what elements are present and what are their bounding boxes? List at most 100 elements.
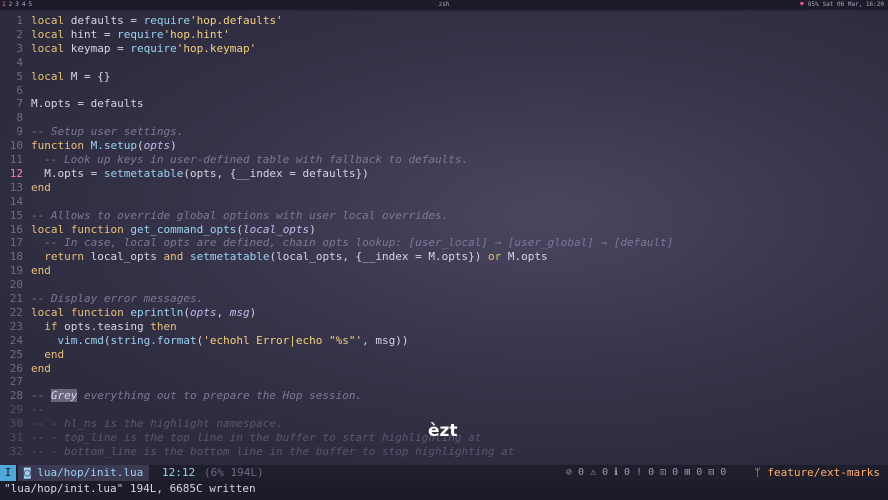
cursor-position: 12:12	[162, 466, 196, 479]
line-code: end	[44, 347, 65, 361]
line-code: -- - hl_ns is the highlight namespace.	[31, 417, 283, 431]
line-number: 32	[9, 444, 23, 458]
code-line[interactable]: 17 -- In case, local opts are defined, c…	[0, 236, 674, 250]
line-number: 16	[9, 222, 23, 236]
line-number: 10	[9, 139, 23, 153]
code-editor[interactable]: 1 local defaults = require'hop.defaults' 2…	[0, 12, 888, 464]
line-code: return local_opts and setmetatable(local…	[44, 250, 548, 264]
branch-name: feature/ext-marks	[767, 466, 880, 479]
line-code: local function eprintln(opts, msg)	[31, 305, 257, 319]
line-code: local function get_command_opts(local_op…	[31, 222, 316, 236]
code-line[interactable]: 7 M.opts = defaults	[0, 97, 143, 111]
line-code: function M.setup(opts)	[31, 139, 177, 153]
line-number: 1	[16, 14, 23, 27]
code-line[interactable]: 28 -- Grey everything out to prepare the …	[0, 389, 362, 403]
line-code: local defaults = require'hop.defaults'	[31, 14, 283, 27]
diagnostics-summary: ⊘ 0 ⚠ 0 ℹ 0 ! 0 ⊡ 0 ⊞ 0 ⊟ 0	[566, 467, 727, 478]
code-line[interactable]: 27	[0, 375, 31, 389]
code-line[interactable]: 11 -- Look up keys in user-defined table…	[0, 153, 468, 167]
git-branch: ᛘ feature/ext-marks	[754, 465, 880, 481]
code-line[interactable]: 25 end	[0, 348, 64, 362]
code-line[interactable]: 12 M.opts = setmetatable(opts, {__index …	[0, 167, 369, 181]
code-line[interactable]: 21 -- Display error messages.	[0, 292, 203, 306]
system-status: ♥ 85% Sat 06 Mar, 16:20	[800, 0, 884, 10]
line-number: 19	[9, 264, 23, 278]
code-line[interactable]: 31 -- - top_line is the top line in the b…	[0, 431, 482, 445]
code-line[interactable]: 29 --	[0, 403, 45, 417]
line-code: --	[31, 403, 45, 417]
line-code: -- Allows to override global options wit…	[31, 208, 449, 222]
line-number: 13	[9, 180, 23, 194]
code-line[interactable]: 6	[0, 84, 31, 98]
line-number: 20	[9, 278, 23, 292]
branch-icon: ᛘ	[754, 466, 768, 479]
code-line[interactable]: 3 local keymap = require'hop.keymap'	[0, 42, 256, 56]
line-code: end	[31, 180, 51, 194]
line-code: -- In case, local opts are defined, chai…	[44, 236, 674, 250]
code-line[interactable]: 20	[0, 278, 31, 292]
line-number: 14	[9, 194, 23, 208]
code-line[interactable]: 22 local function eprintln(opts, msg)	[0, 306, 256, 320]
line-code: local keymap = require'hop.keymap'	[31, 41, 257, 55]
line-code: vim.cmd(string.format('echohl Error|echo…	[57, 333, 409, 347]
code-line[interactable]: 32 -- - bottom_line is the bottom line in…	[0, 444, 515, 459]
code-line[interactable]: 16 local function get_command_opts(local_…	[0, 223, 316, 237]
battery-status: 85%	[807, 1, 819, 8]
line-number: 31	[9, 431, 23, 444]
code-line[interactable]: 8	[0, 111, 31, 125]
code-line[interactable]: 13 end	[0, 181, 51, 195]
code-line[interactable]: 30 -- - hl_ns is the highlight namespace.	[0, 417, 283, 431]
statusline: I ◙ lua/hop/init.lua 12:12 (6% 194L) ⊘ 0…	[0, 465, 888, 481]
code-line[interactable]: 14	[0, 195, 31, 209]
line-number: 4	[16, 55, 23, 69]
line-number: 15	[9, 208, 23, 222]
line-number: 8	[16, 111, 23, 125]
line-number: 23	[9, 319, 23, 333]
line-number: 3	[16, 41, 23, 55]
code-line[interactable]: 5 local M = {}	[0, 70, 110, 84]
file-icon: ◙	[24, 466, 38, 479]
line-number: 22	[9, 305, 23, 319]
filename: lua/hop/init.lua	[37, 466, 144, 479]
line-number: 6	[16, 83, 23, 97]
line-code: end	[31, 264, 51, 278]
line-number: 18	[9, 250, 23, 264]
clock: Sat 06 Mar, 16:20	[822, 1, 884, 8]
line-number: 9	[16, 125, 23, 139]
code-line[interactable]: 10 function M.setup(opts)	[0, 139, 177, 153]
code-line[interactable]: 9 -- Setup user settings.	[0, 125, 183, 139]
line-number: 21	[9, 292, 23, 305]
line-code: -- Grey everything out to prepare the Ho…	[31, 389, 363, 403]
file-percent: (6% 194L)	[204, 466, 264, 479]
line-number: 29	[9, 403, 23, 417]
line-number: 17	[9, 236, 23, 250]
code-line[interactable]: 15 -- Allows to override global options w…	[0, 209, 448, 223]
code-line[interactable]: 1 local defaults = require'hop.defaults'	[0, 14, 283, 28]
code-line[interactable]: 24 vim.cmd(string.format('echohl Error|e…	[0, 334, 409, 348]
code-line[interactable]: 19 end	[0, 264, 51, 278]
line-code: -- Setup user settings.	[31, 125, 184, 139]
code-line[interactable]: 18 return local_opts and setmetatable(lo…	[0, 250, 548, 264]
line-code: -- - top_line is the top line in the buf…	[31, 431, 482, 444]
code-line[interactable]: 4	[0, 56, 31, 70]
line-code: local M = {}	[31, 69, 111, 83]
code-line[interactable]: 26 end	[0, 362, 51, 376]
code-line[interactable]: 2 local hint = require'hop.hint'	[0, 27, 230, 42]
line-number: 5	[16, 69, 23, 83]
line-code: local hint = require'hop.hint'	[31, 27, 230, 41]
code-line[interactable]: 23 if opts.teasing then	[0, 320, 177, 334]
line-number: 12	[9, 166, 23, 180]
line-code: -- - bottom_line is the bottom line in t…	[31, 444, 515, 458]
line-number: 2	[16, 27, 23, 41]
command-line[interactable]: "lua/hop/init.lua" 194L, 6685C written	[0, 481, 888, 500]
line-number: 11	[9, 153, 23, 166]
window-title: zsh	[438, 1, 450, 8]
line-code: if opts.teasing then	[44, 319, 177, 333]
line-number: 25	[9, 347, 23, 361]
line-code: end	[31, 361, 51, 375]
line-code: -- Look up keys in user-defined table wi…	[44, 153, 469, 166]
line-number: 7	[16, 97, 23, 111]
line-number: 27	[9, 375, 23, 389]
system-top-bar: 1 2 3 4 5 zsh ♥ 85% Sat 06 Mar, 16:20	[0, 0, 888, 10]
line-number: 26	[9, 361, 23, 375]
